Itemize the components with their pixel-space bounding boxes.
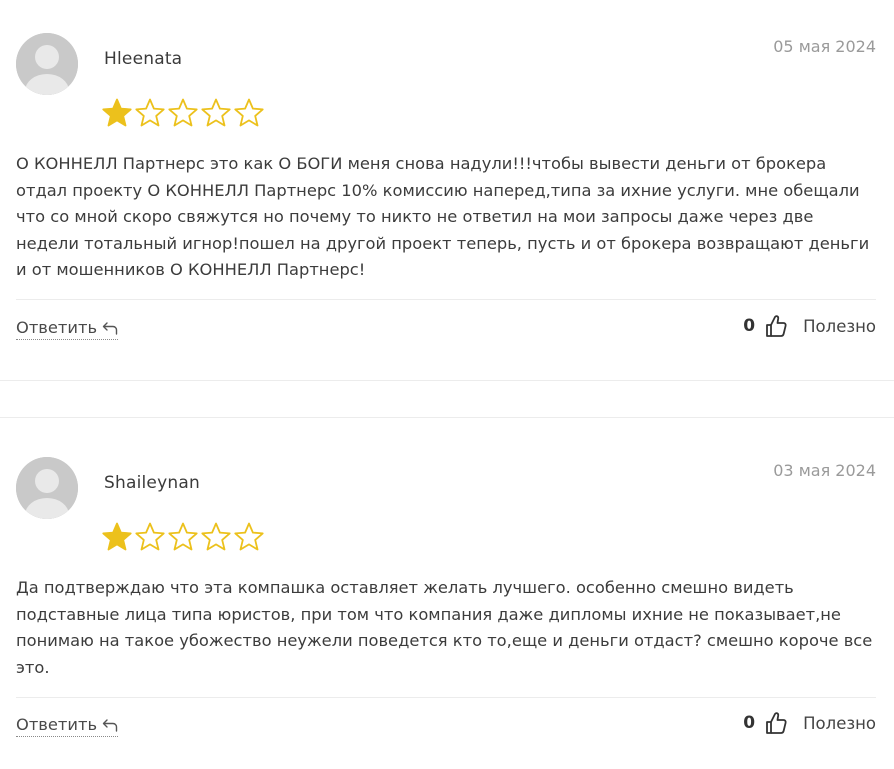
star-empty-icon	[234, 522, 264, 551]
thumbs-up-icon[interactable]	[765, 711, 787, 735]
review-card: Shaileynan 03 мая 2024 Да подтверждаю чт…	[0, 418, 894, 769]
divider	[16, 299, 876, 300]
reply-arrow-icon	[102, 718, 118, 732]
reply-label: Ответить	[16, 318, 98, 337]
star-filled-icon	[102, 98, 132, 127]
helpful-count: 0	[743, 713, 756, 733]
helpful-label[interactable]: Полезно	[803, 714, 876, 733]
review-separator	[0, 380, 894, 418]
star-filled-icon	[102, 522, 132, 551]
thumbs-up-icon[interactable]	[765, 314, 787, 338]
review-date: 03 мая 2024	[773, 461, 876, 480]
star-empty-icon	[201, 522, 231, 551]
review-text: О КОННЕЛЛ Партнерс это как О БОГИ меня с…	[16, 154, 870, 279]
user-silhouette-icon	[16, 33, 78, 95]
reply-label: Ответить	[16, 715, 98, 734]
star-empty-icon	[168, 522, 198, 551]
reply-button[interactable]: Ответить	[16, 318, 119, 340]
star-empty-icon	[135, 98, 165, 127]
review-text: Да подтверждаю что эта компашка оставляе…	[16, 578, 873, 677]
helpful-label[interactable]: Полезно	[803, 317, 876, 336]
star-rating	[101, 521, 265, 553]
star-empty-icon	[201, 98, 231, 127]
star-rating	[101, 97, 265, 129]
review-card: Hleenata 05 мая 2024 О КОННЕЛЛ Партнерс …	[0, 0, 894, 380]
helpful-widget: 0 Полезно	[743, 314, 876, 338]
divider	[16, 697, 876, 698]
reply-button[interactable]: Ответить	[16, 715, 119, 737]
helpful-widget: 0 Полезно	[743, 711, 876, 735]
star-empty-icon	[234, 98, 264, 127]
review-author: Hleenata	[104, 49, 183, 69]
star-empty-icon	[135, 522, 165, 551]
reply-arrow-icon	[102, 321, 118, 335]
avatar	[16, 33, 78, 95]
helpful-count: 0	[743, 316, 756, 336]
review-author: Shaileynan	[104, 473, 200, 493]
review-date: 05 мая 2024	[773, 37, 876, 56]
avatar	[16, 457, 78, 519]
star-empty-icon	[168, 98, 198, 127]
user-silhouette-icon	[16, 457, 78, 519]
